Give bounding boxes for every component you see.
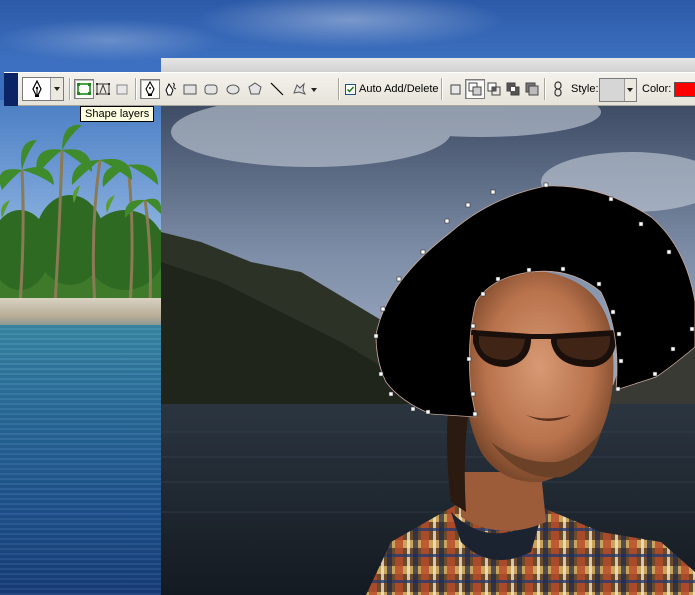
polygon-icon	[248, 82, 262, 95]
link-icon	[554, 81, 562, 97]
options-bar: Auto Add/Delete Style: Color:	[4, 72, 695, 106]
custom-shape-dropdown[interactable]	[307, 79, 319, 99]
rectangle-icon	[183, 84, 197, 95]
separator	[338, 78, 340, 100]
intersect-shape-areas-button[interactable]	[484, 79, 504, 99]
chevron-down-icon	[627, 88, 633, 92]
fill-pixels-icon	[116, 84, 128, 95]
separator	[544, 78, 546, 100]
rounded-rectangle-tool-button[interactable]	[201, 79, 221, 99]
ellipse-icon	[226, 84, 240, 95]
options-bar-grip[interactable]	[4, 73, 18, 106]
link-layer-style-button[interactable]	[548, 79, 568, 99]
lagoon-water	[0, 325, 161, 595]
separator	[69, 78, 71, 100]
separator	[135, 78, 137, 100]
exclude-overlapping-areas-button[interactable]	[503, 79, 523, 99]
polygon-tool-button[interactable]	[245, 79, 265, 99]
palm-trees-illustration	[0, 124, 161, 306]
separator	[441, 78, 443, 100]
add-to-shape-area-button[interactable]	[446, 79, 466, 99]
auto-add-delete-checkbox[interactable]	[345, 84, 356, 95]
paths-icon	[96, 83, 110, 95]
intersect-shape-area-icon	[487, 82, 501, 96]
pen-tool-button[interactable]	[140, 79, 160, 99]
island-image	[0, 100, 161, 595]
fill-pixels-button[interactable]	[112, 79, 132, 99]
layer-color-swatch[interactable]	[674, 82, 695, 97]
rounded-rectangle-icon	[204, 84, 218, 95]
chevron-down-icon	[54, 87, 60, 91]
line-tool-button[interactable]	[267, 79, 287, 99]
exclude-shape-area-icon	[506, 82, 520, 96]
freeform-pen-button[interactable]	[160, 79, 180, 99]
add-shape-area-icon	[450, 84, 461, 95]
line-icon	[270, 82, 284, 96]
subtract-from-shape-area-button[interactable]	[465, 79, 485, 99]
ellipse-tool-button[interactable]	[223, 79, 243, 99]
freeform-pen-icon	[165, 82, 177, 96]
chevron-down-icon	[311, 88, 317, 92]
shape-layers-button[interactable]	[74, 79, 94, 99]
custom-shape-icon	[293, 82, 306, 95]
combine-shape-icon	[525, 82, 539, 96]
photo-canvas[interactable]	[161, 72, 695, 595]
combine-shape-button[interactable]	[522, 79, 542, 99]
style-label: Style:	[571, 83, 599, 95]
style-dropdown-arrow[interactable]	[624, 79, 636, 101]
style-picker[interactable]	[599, 78, 637, 102]
paths-button[interactable]	[93, 79, 113, 99]
color-label: Color:	[642, 83, 672, 95]
pen-tool-icon	[27, 79, 47, 103]
checkmark-icon	[346, 86, 355, 93]
rectangle-tool-button[interactable]	[180, 79, 200, 99]
photo-document	[161, 58, 695, 595]
shape-layers-tooltip: Shape layers	[80, 106, 155, 122]
pen-icon	[145, 81, 155, 96]
auto-add-delete-label[interactable]: Auto Add/Delete	[359, 83, 439, 95]
beach-shore	[0, 298, 161, 328]
subtract-shape-area-icon	[468, 82, 482, 96]
shape-layers-icon	[77, 83, 91, 95]
preset-dropdown-arrow[interactable]	[50, 78, 63, 100]
tool-preset-picker[interactable]	[22, 77, 64, 101]
custom-shape-tool-button[interactable]	[289, 79, 309, 99]
